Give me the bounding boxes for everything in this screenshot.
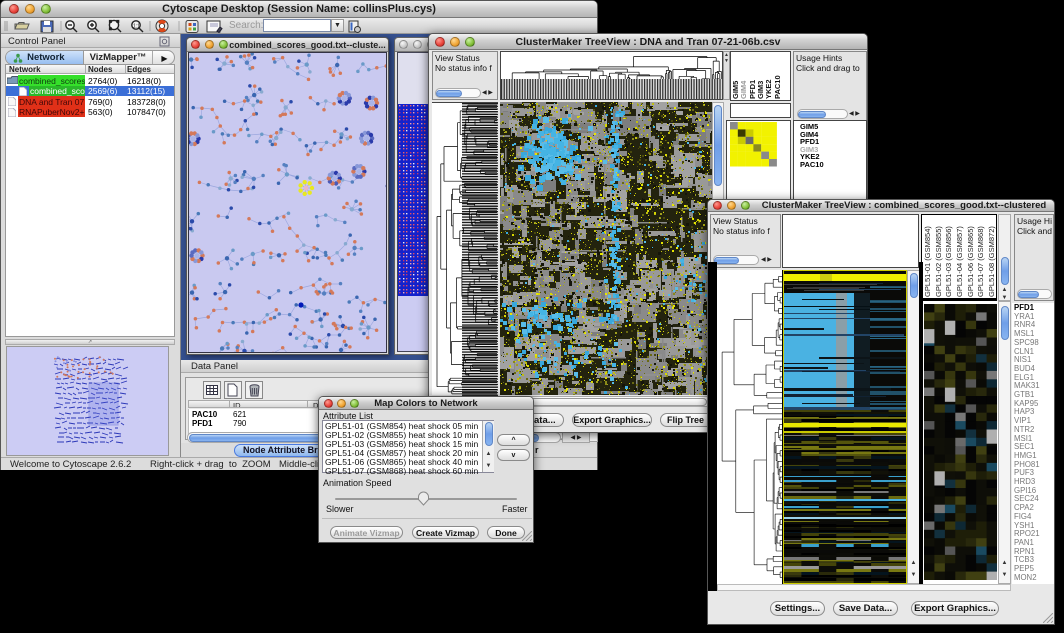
svg-text:1:1: 1:1 — [133, 24, 140, 30]
